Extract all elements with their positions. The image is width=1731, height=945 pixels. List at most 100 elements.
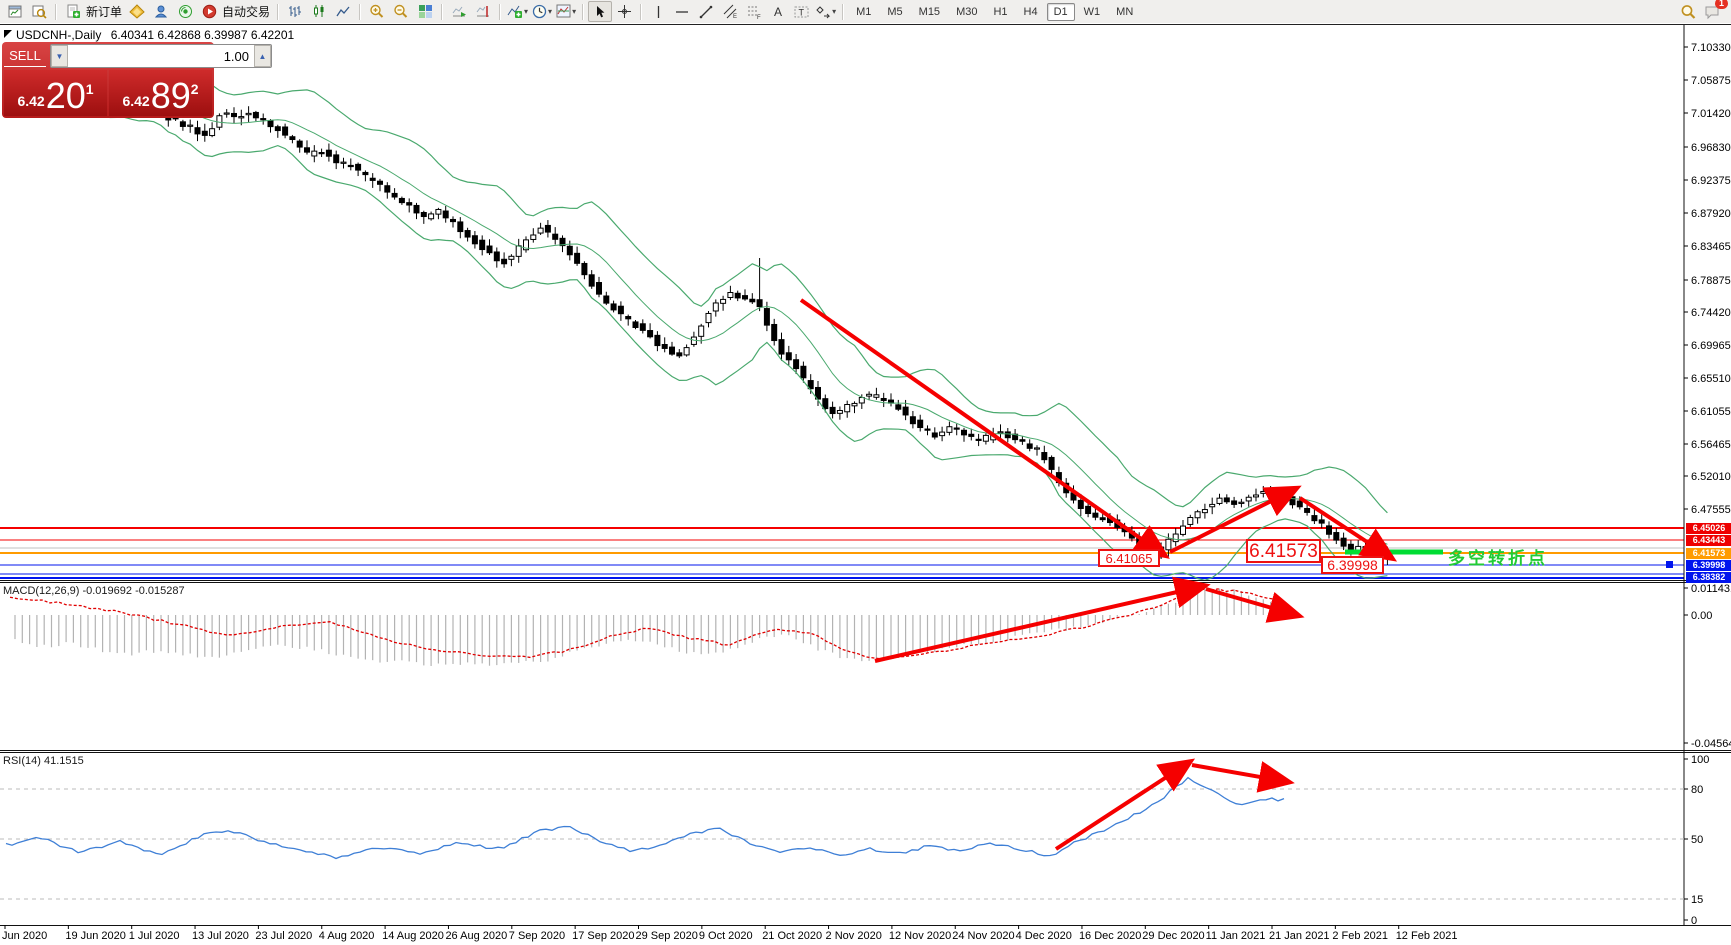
svg-text:2 Nov 2020: 2 Nov 2020 bbox=[826, 930, 882, 942]
svg-text:23 Jul 2020: 23 Jul 2020 bbox=[255, 930, 312, 942]
fibonacci-icon[interactable]: F bbox=[742, 1, 766, 22]
toolbar-separator bbox=[55, 4, 57, 20]
volume-stepper: ▼ ▲ bbox=[50, 44, 272, 68]
svg-text:A: A bbox=[774, 5, 782, 19]
autotrading-label[interactable]: 自动交易 bbox=[222, 3, 270, 20]
svg-text:6.47555: 6.47555 bbox=[1691, 504, 1731, 516]
tile-windows-icon[interactable] bbox=[413, 1, 437, 22]
svg-text:13 Jul 2020: 13 Jul 2020 bbox=[192, 930, 249, 942]
one-click-trading-panel: SELL ▼ ▲ BUY 6.42 20 1 6.42 89 2 bbox=[2, 42, 214, 118]
svg-text:9 Oct 2020: 9 Oct 2020 bbox=[699, 930, 753, 942]
buy-price-pip: 2 bbox=[191, 81, 199, 97]
svg-text:6.56465: 6.56465 bbox=[1691, 439, 1731, 451]
svg-text:6.74420: 6.74420 bbox=[1691, 307, 1731, 319]
price-badge: 6.45026 bbox=[1686, 523, 1731, 534]
zoom-in-icon[interactable] bbox=[365, 1, 389, 22]
volume-increase-button[interactable]: ▲ bbox=[254, 45, 271, 67]
price-callout-last-low[interactable]: 6.39998 bbox=[1321, 556, 1384, 574]
tab-timeframe-h1[interactable]: H1 bbox=[986, 3, 1014, 21]
svg-text:4 Aug 2020: 4 Aug 2020 bbox=[319, 930, 375, 942]
tab-timeframe-m30[interactable]: M30 bbox=[949, 3, 984, 21]
signals-icon[interactable] bbox=[173, 1, 197, 22]
toolbar-separator bbox=[582, 4, 584, 20]
profiles-icon[interactable] bbox=[27, 1, 51, 22]
rsi-label: RSI(14) 41.1515 bbox=[3, 755, 84, 767]
indicators-icon[interactable]: ▾ bbox=[505, 1, 530, 22]
horizontal-line-icon[interactable] bbox=[670, 1, 694, 22]
main-toolbar: 新订单 自动交易 ▾ ▾ ▾ E F A T ▾ M1 M5 M bbox=[0, 0, 1731, 23]
tab-timeframe-m15[interactable]: M15 bbox=[912, 3, 947, 21]
macd-label: MACD(12,26,9) -0.019692 -0.015287 bbox=[3, 585, 185, 597]
candlestick-chart-icon[interactable] bbox=[307, 1, 331, 22]
svg-text:7.01420: 7.01420 bbox=[1691, 108, 1731, 120]
chart-symbol-period: USDCNH-,Daily bbox=[16, 28, 101, 42]
chat-badge: 1 bbox=[1715, 0, 1728, 9]
tab-timeframe-m5[interactable]: M5 bbox=[880, 3, 909, 21]
new-order-icon[interactable] bbox=[61, 1, 85, 22]
svg-text:E: E bbox=[733, 14, 737, 19]
tab-timeframe-mn[interactable]: MN bbox=[1109, 3, 1140, 21]
svg-text:7.05875: 7.05875 bbox=[1691, 75, 1731, 87]
svg-text:80: 80 bbox=[1691, 784, 1703, 796]
toolbar-separator bbox=[441, 4, 443, 20]
toolbar-separator bbox=[277, 4, 279, 20]
autotrading-icon[interactable] bbox=[197, 1, 221, 22]
tab-timeframe-w1[interactable]: W1 bbox=[1077, 3, 1108, 21]
volume-decrease-button[interactable]: ▼ bbox=[51, 45, 68, 67]
buy-button[interactable]: BUY bbox=[276, 46, 318, 67]
search-icon[interactable] bbox=[1676, 1, 1700, 22]
auto-scroll-icon[interactable] bbox=[447, 1, 471, 22]
svg-text:6.96830: 6.96830 bbox=[1691, 142, 1731, 154]
svg-text:6.61055: 6.61055 bbox=[1691, 406, 1731, 418]
svg-text:-0.045644: -0.045644 bbox=[1691, 738, 1731, 750]
tab-timeframe-m1[interactable]: M1 bbox=[849, 3, 878, 21]
svg-text:16 Dec 2020: 16 Dec 2020 bbox=[1079, 930, 1141, 942]
svg-text:0.00: 0.00 bbox=[1691, 610, 1712, 622]
zoom-out-icon[interactable] bbox=[389, 1, 413, 22]
sell-price-pip: 1 bbox=[86, 81, 94, 97]
price-badge: 6.43443 bbox=[1686, 535, 1731, 546]
sell-price-button[interactable]: 6.42 20 1 bbox=[4, 70, 107, 116]
sell-button[interactable]: SELL bbox=[4, 46, 46, 67]
crosshair-icon[interactable] bbox=[612, 1, 636, 22]
text-icon[interactable]: A bbox=[766, 1, 790, 22]
svg-text:21 Jan 2021: 21 Jan 2021 bbox=[1269, 930, 1330, 942]
new-chart-icon[interactable] bbox=[3, 1, 27, 22]
svg-text:50: 50 bbox=[1691, 834, 1703, 846]
periods-icon[interactable]: ▾ bbox=[530, 1, 554, 22]
hline-selection-handle bbox=[1666, 561, 1673, 568]
cursor-icon[interactable] bbox=[588, 1, 612, 22]
buy-price-button[interactable]: 6.42 89 2 bbox=[109, 70, 212, 116]
text-label-icon[interactable]: T bbox=[790, 1, 814, 22]
volume-input[interactable] bbox=[68, 45, 254, 67]
community-icon[interactable] bbox=[149, 1, 173, 22]
turning-point-note[interactable]: 多空转折点 bbox=[1448, 544, 1548, 569]
svg-text:29 Sep 2020: 29 Sep 2020 bbox=[636, 930, 698, 942]
svg-text:F: F bbox=[757, 15, 761, 19]
price-callout-low[interactable]: 6.41065 bbox=[1098, 549, 1160, 567]
new-order-label[interactable]: 新订单 bbox=[86, 3, 122, 20]
svg-text:100: 100 bbox=[1691, 754, 1709, 766]
trendline-icon[interactable] bbox=[694, 1, 718, 22]
price-callout-peak[interactable]: 6.41573 bbox=[1246, 539, 1321, 563]
metaeditor-icon[interactable] bbox=[125, 1, 149, 22]
chart-shift-icon[interactable] bbox=[471, 1, 495, 22]
svg-text:14 Aug 2020: 14 Aug 2020 bbox=[382, 930, 444, 942]
svg-text:6.83465: 6.83465 bbox=[1691, 241, 1731, 253]
toolbar-separator bbox=[842, 4, 844, 20]
shapes-icon[interactable]: ▾ bbox=[814, 1, 838, 22]
chart-canvas[interactable]: 7.103307.058757.014206.968306.923756.879… bbox=[0, 0, 1731, 945]
chat-icon[interactable]: 1 bbox=[1700, 1, 1724, 22]
line-chart-icon[interactable] bbox=[331, 1, 355, 22]
templates-icon[interactable]: ▾ bbox=[554, 1, 578, 22]
svg-text:2 Feb 2021: 2 Feb 2021 bbox=[1332, 930, 1388, 942]
svg-text:11 Jan 2021: 11 Jan 2021 bbox=[1206, 930, 1266, 942]
toolbar-separator bbox=[499, 4, 501, 20]
equidistant-channel-icon[interactable]: E bbox=[718, 1, 742, 22]
tab-timeframe-d1[interactable]: D1 bbox=[1047, 3, 1075, 21]
svg-text:21 Oct 2020: 21 Oct 2020 bbox=[762, 930, 822, 942]
tab-timeframe-h4[interactable]: H4 bbox=[1017, 3, 1045, 21]
svg-text:7 Sep 2020: 7 Sep 2020 bbox=[509, 930, 565, 942]
vertical-line-icon[interactable] bbox=[646, 1, 670, 22]
bar-chart-icon[interactable] bbox=[283, 1, 307, 22]
